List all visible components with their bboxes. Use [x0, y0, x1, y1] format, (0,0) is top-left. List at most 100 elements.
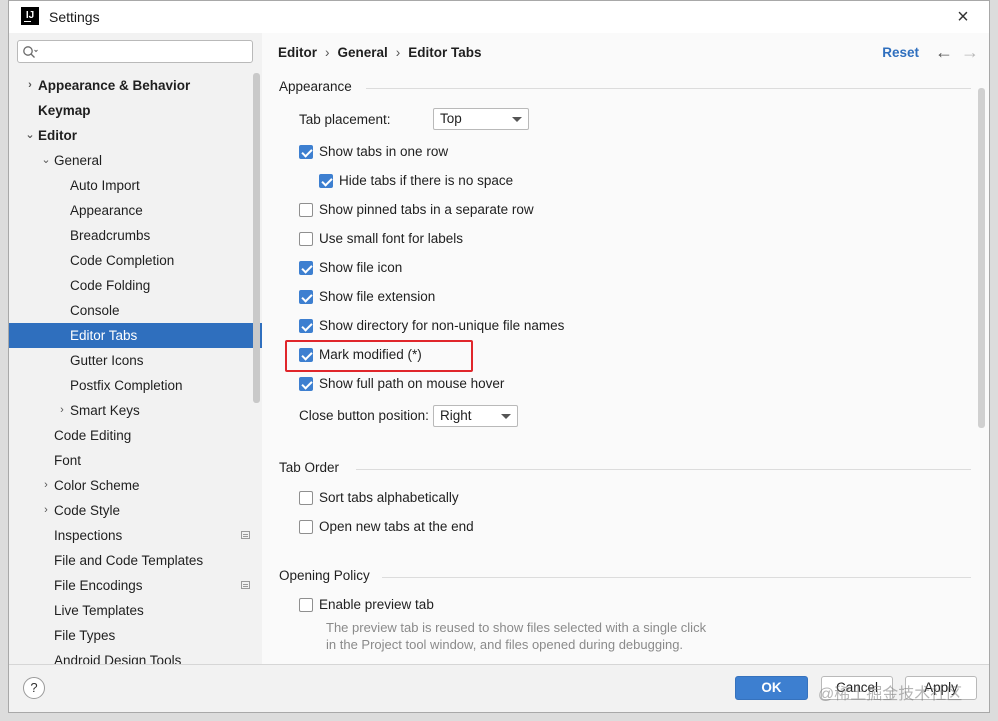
settings-content: Editor › General › Editor Tabs Reset ← → App… [262, 33, 989, 667]
opening-policy-section-title: Opening Policy [279, 568, 370, 583]
checkbox[interactable] [299, 598, 313, 612]
settings-sidebar: › Appearance & Behavior Keymap ⌄ Editor ⌄ Gene… [9, 33, 262, 667]
breadcrumb-general: General [337, 45, 388, 60]
checkbox[interactable] [299, 290, 313, 304]
sidebar-item[interactable]: File and Code Templates [9, 548, 262, 573]
intellij-logo-icon: IJ [21, 7, 39, 25]
checkbox[interactable] [299, 520, 313, 534]
sidebar-item-label: Auto Import [70, 178, 140, 193]
checkbox-label: Show full path on mouse hover [319, 376, 505, 391]
reset-link[interactable]: Reset [882, 45, 919, 60]
sidebar-item[interactable]: › Code Style [9, 498, 262, 523]
content-scrollbar[interactable] [978, 88, 985, 428]
close-icon[interactable]: × [953, 7, 973, 27]
sidebar-item-label: Code Style [54, 503, 121, 518]
checkbox-label: Open new tabs at the end [319, 519, 474, 534]
checkbox[interactable] [299, 145, 313, 159]
settings-tree: › Appearance & Behavior Keymap ⌄ Editor ⌄ Gene… [9, 73, 262, 667]
close-button-position-label: Close button position: [299, 408, 429, 423]
window-title: Settings [49, 9, 100, 25]
highlight-box [285, 340, 473, 372]
sidebar-item[interactable]: File Encodings [9, 573, 262, 598]
sidebar-item[interactable]: Gutter Icons [9, 348, 262, 373]
tab-order-section-title: Tab Order [279, 460, 340, 475]
help-icon[interactable]: ? [23, 677, 45, 699]
sidebar-item-label: Appearance [70, 203, 143, 218]
sidebar-item[interactable]: › Color Scheme [9, 473, 262, 498]
checkbox[interactable] [299, 261, 313, 275]
back-arrow-icon[interactable]: ← [935, 42, 953, 63]
chevron-right-icon[interactable]: › [41, 473, 51, 498]
checkbox-label: Use small font for labels [319, 231, 464, 246]
sidebar-item-label: Breadcrumbs [70, 228, 151, 243]
sidebar-item[interactable]: Live Templates [9, 598, 262, 623]
sidebar-item-label: Console [70, 303, 120, 318]
checkbox[interactable] [319, 174, 333, 188]
chevron-right-icon[interactable]: › [41, 498, 51, 523]
checkbox[interactable] [299, 491, 313, 505]
checkbox-label: Show directory for non-unique file names [319, 318, 565, 333]
sidebar-item[interactable]: Postfix Completion [9, 373, 262, 398]
sidebar-item[interactable]: Editor Tabs [9, 323, 262, 348]
sidebar-item[interactable]: ⌄ Editor [9, 123, 262, 148]
sidebar-item-label: Smart Keys [70, 403, 140, 418]
sidebar-item[interactable]: Font [9, 448, 262, 473]
sidebar-item[interactable]: Appearance [9, 198, 262, 223]
checkbox[interactable] [299, 377, 313, 391]
checkbox[interactable] [299, 203, 313, 217]
sidebar-item[interactable]: › Smart Keys [9, 398, 262, 423]
sidebar-item-label: Gutter Icons [70, 353, 144, 368]
section-divider [366, 88, 971, 89]
sidebar-item-label: Color Scheme [54, 478, 140, 493]
title-bar: IJ Settings × [9, 1, 989, 33]
sidebar-item-label: General [54, 153, 103, 168]
checkbox-label: Sort tabs alphabetically [319, 490, 459, 505]
tab-placement-label: Tab placement: [299, 112, 391, 127]
sidebar-item[interactable]: Code Completion [9, 248, 262, 273]
checkbox-label: Show file icon [319, 260, 403, 275]
sidebar-item[interactable]: ⌄ General [9, 148, 262, 173]
watermark: @稀土掘金技术社区 [818, 686, 963, 703]
chevron-down-icon[interactable]: ⌄ [41, 148, 51, 173]
sidebar-item-label: File Types [54, 628, 116, 643]
sidebar-item-label: Font [54, 453, 82, 468]
preview-tab-note: in the Project tool window, and files op… [326, 637, 684, 652]
checkbox-label: Show file extension [319, 289, 436, 304]
sidebar-item[interactable]: Code Folding [9, 273, 262, 298]
chevron-down-icon [501, 414, 511, 419]
search-input[interactable] [17, 40, 253, 63]
ok-button[interactable]: OK [735, 676, 808, 700]
sidebar-item-label: Editor [38, 128, 77, 143]
search-icon [23, 46, 38, 58]
sidebar-item-label: File Encodings [54, 578, 143, 593]
sidebar-item[interactable]: Inspections [9, 523, 262, 548]
checkbox[interactable] [299, 232, 313, 246]
checkbox-label: Show tabs in one row [319, 144, 449, 159]
chevron-down-icon [512, 117, 522, 122]
sidebar-scrollbar[interactable] [253, 73, 260, 403]
checkbox[interactable] [299, 319, 313, 333]
breadcrumb-separator: › [395, 45, 401, 60]
sidebar-item[interactable]: Auto Import [9, 173, 262, 198]
sidebar-item-label: Postfix Completion [70, 378, 183, 393]
sidebar-item-label: Keymap [38, 103, 91, 118]
checkbox-label: Hide tabs if there is no space [339, 173, 514, 188]
chevron-right-icon[interactable]: › [25, 73, 35, 98]
sidebar-item[interactable]: › Appearance & Behavior [9, 73, 262, 98]
tab-placement-select[interactable]: Top [433, 108, 529, 130]
chevron-right-icon[interactable]: › [57, 398, 67, 423]
close-button-position-value: Right [440, 408, 472, 423]
sidebar-item[interactable]: File Types [9, 623, 262, 648]
close-button-position-select[interactable]: Right [433, 405, 518, 427]
sidebar-item[interactable]: Code Editing [9, 423, 262, 448]
sidebar-item[interactable]: Breadcrumbs [9, 223, 262, 248]
chevron-down-icon[interactable]: ⌄ [25, 123, 35, 148]
sidebar-item[interactable]: Keymap [9, 98, 262, 123]
checkbox-label: Show pinned tabs in a separate row [319, 202, 534, 217]
sidebar-item[interactable]: Console [9, 298, 262, 323]
sidebar-item-label: Appearance & Behavior [38, 78, 191, 93]
breadcrumb: Editor › General › Editor Tabs [278, 45, 482, 60]
forward-arrow-icon[interactable]: → [961, 42, 979, 63]
settings-dialog: IJ Settings × › Appearance & Behavior Keym… [8, 0, 990, 713]
breadcrumb-separator: › [325, 45, 330, 60]
